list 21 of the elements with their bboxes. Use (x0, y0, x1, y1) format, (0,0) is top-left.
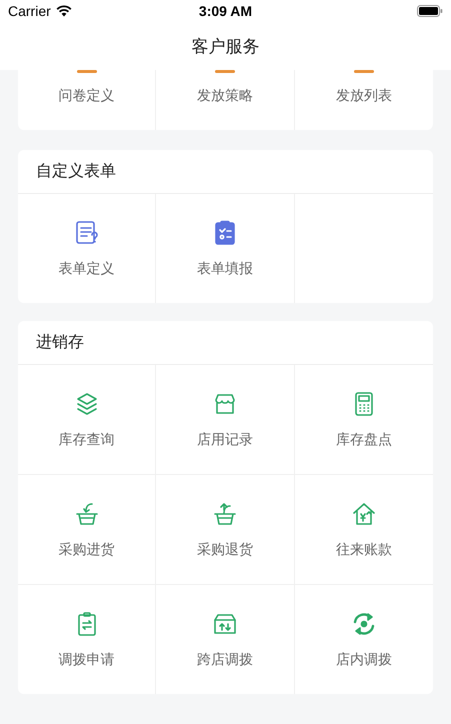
carrier-label: Carrier (8, 3, 51, 19)
menu-item-label[interactable]: 库存盘点 (336, 430, 392, 448)
menu-item-label[interactable]: 表单填报 (196, 260, 253, 278)
menu-item-label[interactable]: 表单定义 (58, 260, 115, 278)
menu-item-label[interactable]: 店内调拨 (336, 650, 392, 668)
page-title: 客户服务 (192, 36, 260, 58)
menu-item-label[interactable]: 采购退货 (196, 540, 253, 558)
menu-item-label[interactable]: 发放策略 (196, 87, 253, 105)
menu-item-label[interactable]: 跨店调拨 (196, 650, 253, 668)
menu-item-label[interactable]: 问卷定义 (58, 87, 115, 105)
menu-item-label[interactable]: 库存查询 (58, 430, 115, 448)
battery-icon (417, 5, 443, 17)
section-title: 进销存 (36, 332, 84, 353)
wifi-icon (56, 5, 72, 17)
menu-item-label[interactable]: 店用记录 (196, 430, 253, 448)
menu-item-label[interactable]: 采购进货 (58, 540, 115, 558)
menu-item-label[interactable]: 调拨申请 (58, 650, 115, 668)
menu-item-label[interactable]: 往来账款 (336, 540, 392, 558)
section-title: 自定义表单 (36, 161, 116, 182)
status-time: 3:09 AM (198, 3, 252, 19)
menu-item-label[interactable]: 发放列表 (336, 87, 392, 105)
